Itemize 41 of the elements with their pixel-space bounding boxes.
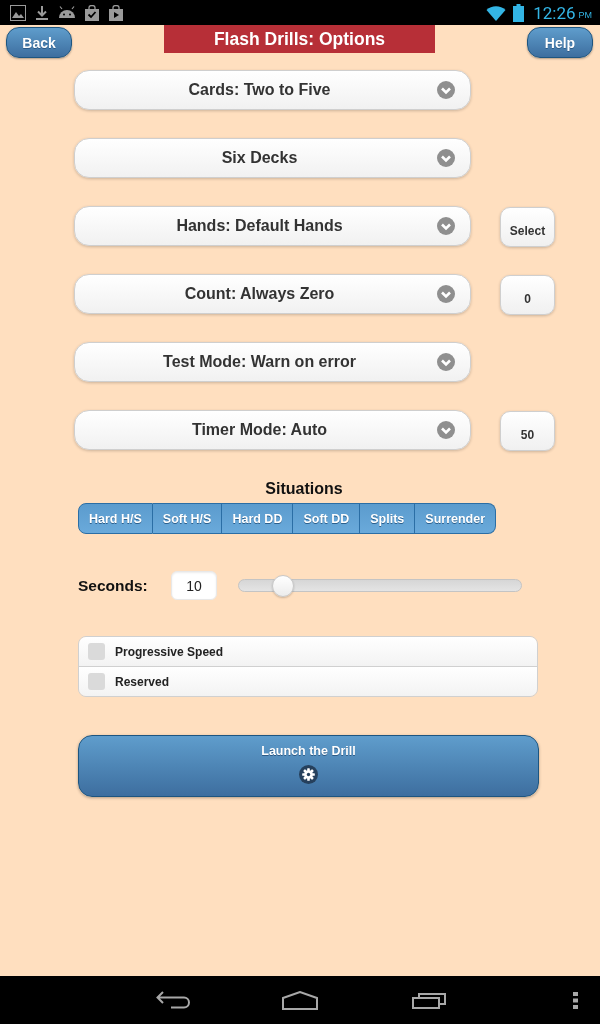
field-label: Seconds: (78, 576, 149, 595)
bag-check-icon (84, 4, 100, 21)
picture-icon (10, 4, 26, 21)
chevron-down-icon (437, 81, 455, 99)
recent-apps-icon[interactable] (412, 991, 448, 1009)
page-title: Flash Drills: Options (164, 25, 435, 53)
value-button[interactable]: 50 (500, 411, 555, 451)
back-button[interactable]: Back (6, 27, 72, 58)
checkbox-row[interactable]: Progressive Speed (79, 637, 537, 666)
back-icon[interactable] (156, 991, 190, 1009)
dropdown-select[interactable]: Hands: Default Hands (74, 206, 471, 246)
download-icon (34, 4, 50, 21)
bag-play-icon (108, 4, 124, 21)
chevron-down-icon (437, 149, 455, 167)
chevron-down-icon (437, 285, 455, 303)
help-button[interactable]: Help (527, 27, 593, 58)
dropdown-select[interactable]: Cards: Two to Five (74, 70, 471, 110)
chevron-down-icon (437, 353, 455, 371)
dropdown-select[interactable]: Timer Mode: Auto (74, 410, 471, 450)
overflow-menu-icon[interactable] (573, 991, 578, 1009)
value-button[interactable]: Select (499, 207, 556, 247)
dropdown-select[interactable]: Test Mode: Warn on error (74, 342, 471, 382)
checkbox[interactable] (88, 673, 105, 690)
chevron-down-icon (437, 421, 455, 439)
status-clock: 12:26 (533, 2, 576, 23)
wifi-icon (486, 4, 507, 21)
section-title: Situations (264, 480, 344, 498)
dropdown-select[interactable]: Count: Always Zero (74, 274, 471, 314)
clock-period: PM (578, 9, 592, 21)
value-button[interactable]: 0 (500, 275, 555, 315)
battery-icon (513, 3, 525, 22)
home-icon[interactable] (282, 990, 318, 1010)
chevron-down-icon (437, 217, 455, 235)
checkbox[interactable] (88, 643, 105, 660)
checkbox-row[interactable]: Reserved (79, 666, 537, 696)
number-input[interactable]: 10 (171, 571, 217, 600)
slider-thumb[interactable] (272, 574, 295, 597)
robot-head-icon (58, 5, 76, 20)
slider-track[interactable] (238, 574, 522, 597)
gear-icon (299, 765, 318, 784)
dropdown-select[interactable]: Six Decks (74, 138, 471, 178)
